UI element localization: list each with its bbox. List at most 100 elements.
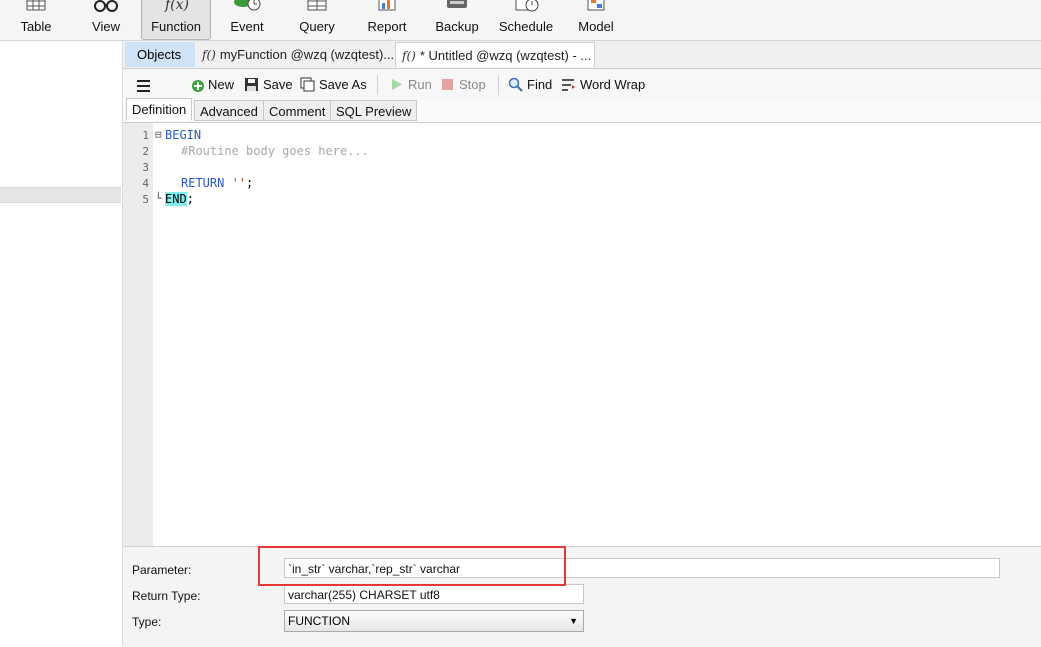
word-wrap-icon bbox=[562, 79, 575, 92]
search-icon bbox=[508, 77, 523, 92]
code-line-2: #Routine body goes here... bbox=[181, 144, 369, 158]
svg-text:f(x): f(x) bbox=[164, 0, 189, 12]
fold-end-marker: └ bbox=[155, 192, 162, 205]
selected-tree-row[interactable] bbox=[0, 187, 121, 203]
ribbon-view-button[interactable]: View bbox=[78, 0, 134, 40]
backup-icon bbox=[447, 0, 467, 8]
keyword-begin: BEGIN bbox=[165, 128, 202, 142]
code-line-1: BEGIN bbox=[165, 128, 201, 142]
tab-comment-label: Comment bbox=[269, 104, 326, 119]
tab-untitled[interactable]: f() * Untitled @wzq (wzqtest) - ... bbox=[395, 42, 595, 67]
line-number: 5 bbox=[142, 193, 149, 206]
ribbon-query-button[interactable]: Query bbox=[288, 0, 346, 40]
new-label: New bbox=[208, 77, 235, 92]
tab-myfunction[interactable]: f() myFunction @wzq (wzqtest)... bbox=[196, 42, 395, 67]
line-number-gutter: 1 2 3 4 5 bbox=[123, 123, 153, 546]
function-tab-icon: f() bbox=[402, 49, 416, 63]
glasses-icon bbox=[94, 0, 118, 12]
save-button[interactable]: Save bbox=[244, 75, 293, 95]
save-as-button[interactable]: Save As bbox=[300, 75, 367, 95]
ribbon-report-button[interactable]: Report bbox=[358, 0, 416, 40]
semicolon: ; bbox=[186, 192, 194, 206]
tab-objects[interactable]: Objects bbox=[125, 42, 195, 67]
ribbon-backup-label: Backup bbox=[435, 19, 479, 34]
save-icon bbox=[245, 78, 258, 92]
toolbar-separator bbox=[498, 75, 499, 95]
ribbon-schedule-label: Schedule bbox=[498, 19, 554, 34]
document-tab-bar: Objects f() myFunction @wzq (wzqtest)... … bbox=[123, 41, 1041, 69]
function-icon: f(x) bbox=[164, 0, 189, 12]
stop-button[interactable]: Stop bbox=[440, 75, 486, 95]
schedule-icon bbox=[515, 0, 539, 12]
ribbon-function-button[interactable]: f(x) Function bbox=[141, 0, 211, 40]
word-wrap-label: Word Wrap bbox=[580, 77, 646, 92]
highlight-annotation-box bbox=[258, 546, 566, 586]
object-subtab-bar: Definition Advanced Comment SQL Preview bbox=[123, 98, 1041, 123]
menu-button[interactable] bbox=[136, 75, 152, 95]
stop-label: Stop bbox=[459, 77, 486, 92]
code-line-5: END; bbox=[165, 192, 194, 206]
dropdown-arrow-icon: ▼ bbox=[569, 616, 578, 626]
return-type-label: Return Type: bbox=[132, 589, 201, 603]
navigation-panel bbox=[0, 41, 123, 646]
ribbon-table-label: Table bbox=[20, 19, 52, 34]
type-select[interactable]: FUNCTION ▼ bbox=[284, 610, 584, 632]
model-icon bbox=[587, 0, 605, 11]
run-button[interactable]: Run bbox=[389, 75, 432, 95]
return-type-input[interactable]: varchar(255) CHARSET utf8 bbox=[284, 584, 584, 604]
ribbon-event-label: Event bbox=[230, 19, 264, 34]
ribbon-query-label: Query bbox=[299, 19, 335, 34]
save-label: Save bbox=[263, 77, 293, 92]
event-icon bbox=[234, 0, 261, 11]
query-icon bbox=[307, 0, 327, 11]
ribbon-model-label: Model bbox=[578, 19, 614, 34]
code-line-4: RETURN ''; bbox=[181, 176, 253, 190]
toolbar-separator bbox=[377, 75, 378, 95]
table-icon bbox=[26, 0, 46, 11]
main-ribbon: Table View f(x) Function Event Query Rep… bbox=[0, 0, 1041, 41]
function-tab-icon: f() bbox=[202, 48, 216, 62]
ribbon-function-label: Function bbox=[151, 19, 201, 34]
ribbon-model-button[interactable]: Model bbox=[568, 0, 624, 40]
code-editor[interactable]: 1 2 3 4 5 ⊟ └ BEGIN #Routine body goes h… bbox=[123, 123, 1041, 546]
semicolon: ; bbox=[246, 176, 254, 190]
tab-definition[interactable]: Definition bbox=[126, 98, 193, 121]
tab-untitled-label: * Untitled @wzq (wzqtest) - ... bbox=[419, 48, 592, 63]
tab-comment[interactable]: Comment bbox=[263, 100, 332, 121]
tab-myfunction-label: myFunction @wzq (wzqtest)... bbox=[219, 47, 395, 62]
report-icon bbox=[378, 0, 396, 11]
tab-advanced[interactable]: Advanced bbox=[194, 100, 264, 121]
keyword-end: END bbox=[165, 192, 187, 206]
tab-sql-preview[interactable]: SQL Preview bbox=[330, 100, 418, 121]
stop-icon bbox=[442, 79, 453, 91]
ribbon-schedule-button[interactable]: Schedule bbox=[496, 0, 556, 40]
fold-toggle-icon[interactable]: ⊟ bbox=[155, 128, 162, 141]
line-number: 3 bbox=[142, 161, 149, 174]
type-select-value: FUNCTION bbox=[288, 614, 350, 628]
word-wrap-button[interactable]: Word Wrap bbox=[561, 75, 645, 95]
tab-objects-label: Objects bbox=[137, 47, 182, 62]
ribbon-event-button[interactable]: Event bbox=[218, 0, 276, 40]
tab-definition-label: Definition bbox=[132, 102, 187, 117]
ribbon-table-button[interactable]: Table bbox=[8, 0, 64, 40]
comment-text: #Routine body goes here... bbox=[181, 144, 369, 158]
run-icon bbox=[392, 79, 402, 91]
save-as-icon bbox=[300, 77, 315, 92]
editor-toolbar: New Save Save As Run Stop Find Word Wrap bbox=[123, 69, 1041, 99]
string-literal: '' bbox=[231, 176, 247, 190]
ribbon-view-label: View bbox=[92, 19, 120, 34]
ribbon-backup-button[interactable]: Backup bbox=[428, 0, 486, 40]
hamburger-icon bbox=[137, 79, 150, 92]
parameter-label: Parameter: bbox=[132, 563, 192, 577]
save-as-label: Save As bbox=[319, 77, 367, 92]
new-button[interactable]: New bbox=[189, 75, 234, 95]
ribbon-report-label: Report bbox=[367, 19, 407, 34]
tab-sql-preview-label: SQL Preview bbox=[336, 104, 412, 119]
line-number: 2 bbox=[142, 145, 149, 158]
find-label: Find bbox=[527, 77, 553, 92]
keyword-return: RETURN bbox=[181, 176, 225, 190]
line-number: 1 bbox=[142, 129, 149, 142]
new-icon bbox=[192, 80, 204, 93]
find-button[interactable]: Find bbox=[508, 75, 552, 95]
tab-advanced-label: Advanced bbox=[200, 104, 258, 119]
